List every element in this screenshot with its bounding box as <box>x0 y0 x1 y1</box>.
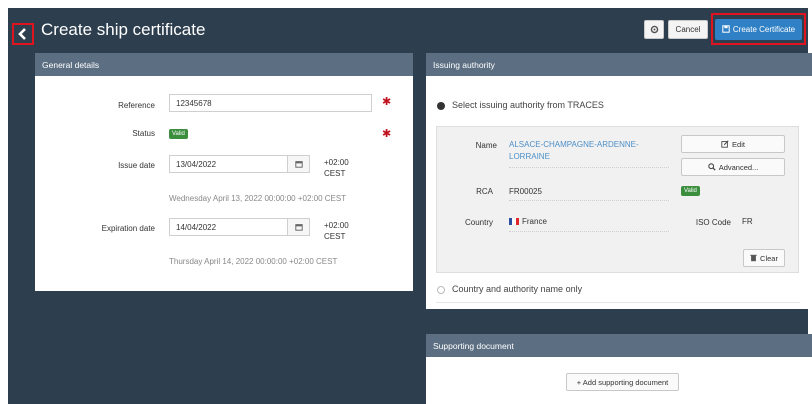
iso-code-value: FR <box>742 217 753 226</box>
search-icon <box>707 163 716 171</box>
edit-icon <box>721 140 729 148</box>
issuing-authority-title: Issuing authority <box>426 53 812 76</box>
supporting-document-panel: Supporting document + Add supporting doc… <box>426 334 812 404</box>
authority-name-line1: ALSACE-CHAMPAGNE-ARDENNE- <box>509 140 639 149</box>
status-label: Status <box>132 129 155 138</box>
general-details-panel: General details Reference 12345678 ✱ Sta… <box>35 53 413 291</box>
page-title: Create ship certificate <box>41 20 206 39</box>
reference-input[interactable]: 12345678 <box>169 94 372 112</box>
issuing-authority-panel: Issuing authority Select issuing authori… <box>426 53 812 309</box>
name-label: Name <box>475 141 497 150</box>
radio-country-only[interactable] <box>437 286 445 294</box>
option-traces-label: Select issuing authority from TRACES <box>452 100 604 110</box>
edit-button[interactable]: Edit <box>681 135 785 153</box>
settings-button[interactable] <box>644 20 664 39</box>
expiration-date-calendar-button[interactable] <box>288 218 310 236</box>
expiration-date-hint: Thursday April 14, 2022 00:00:00 +02:00 … <box>169 257 338 266</box>
cancel-button[interactable]: Cancel <box>668 20 708 39</box>
trash-icon <box>750 254 757 262</box>
expiration-timezone-offset: +02:00 <box>324 221 349 230</box>
required-marker: ✱ <box>382 96 392 108</box>
app-window: Create ship certificate Cancel Create Ce… <box>8 8 812 404</box>
radio-traces-selected[interactable] <box>437 102 445 110</box>
authority-details-box: Name ALSACE-CHAMPAGNE-ARDENNE- LORRAINE … <box>436 126 799 273</box>
france-flag-icon <box>509 218 519 226</box>
country-name: France <box>522 217 547 226</box>
save-icon <box>722 25 730 33</box>
option-country-label: Country and authority name only <box>452 284 583 294</box>
create-certificate-button[interactable]: Create Certificate <box>715 18 802 40</box>
reference-label: Reference <box>118 101 155 110</box>
issue-timezone-name: CEST <box>324 169 346 178</box>
issue-date-hint: Wednesday April 13, 2022 00:00:00 +02:00… <box>169 194 347 203</box>
expiration-timezone-name: CEST <box>324 232 346 241</box>
divider <box>509 231 669 233</box>
country-value: France <box>509 217 547 226</box>
divider <box>436 302 800 303</box>
back-button[interactable] <box>12 23 34 45</box>
expiration-date-input[interactable]: 14/04/2022 <box>169 218 288 236</box>
calendar-icon <box>294 224 303 231</box>
issue-timezone: +02:00 CEST <box>324 157 349 179</box>
divider <box>509 200 669 202</box>
iso-code-label: ISO Code <box>695 218 731 227</box>
country-label: Country <box>464 218 493 227</box>
general-details-title: General details <box>35 53 413 76</box>
issue-timezone-offset: +02:00 <box>324 158 349 167</box>
authority-name-line2: LORRAINE <box>509 152 550 161</box>
divider <box>509 167 669 169</box>
advanced-button[interactable]: Advanced... <box>681 158 785 176</box>
expiration-date-label: Expiration date <box>101 224 155 233</box>
supporting-document-title: Supporting document <box>426 334 812 357</box>
add-supporting-document-button[interactable]: + Add supporting document <box>566 373 679 391</box>
rca-label: RCA <box>476 187 493 196</box>
issue-date-input[interactable]: 13/04/2022 <box>169 155 288 173</box>
clear-label: Clear <box>760 253 778 263</box>
create-certificate-label: Create Certificate <box>732 24 796 34</box>
required-marker: ✱ <box>382 128 392 140</box>
calendar-icon <box>294 161 303 168</box>
rca-value: FR00025 <box>509 187 542 196</box>
status-badge: Valid <box>169 129 188 139</box>
gear-icon <box>650 25 658 34</box>
edit-label: Edit <box>732 139 745 149</box>
expiration-timezone: +02:00 CEST <box>324 220 349 242</box>
authority-name-link[interactable]: ALSACE-CHAMPAGNE-ARDENNE- LORRAINE <box>509 139 639 163</box>
create-certificate-highlight: Create Certificate <box>711 13 806 45</box>
clear-button[interactable]: Clear <box>743 249 785 267</box>
chevron-left-icon <box>18 28 26 40</box>
issue-date-calendar-button[interactable] <box>288 155 310 173</box>
advanced-label: Advanced... <box>718 162 759 172</box>
rca-status-badge: Valid <box>681 186 700 196</box>
issue-date-label: Issue date <box>118 161 155 170</box>
